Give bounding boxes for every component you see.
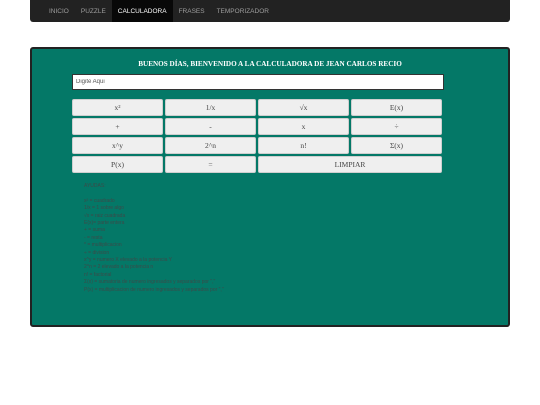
help-line: + = suma xyxy=(84,227,105,234)
clear-button[interactable]: LIMPIAR xyxy=(258,156,442,173)
help-line: P(x) = multiplicacion de numero ingresad… xyxy=(84,286,224,293)
greeting-title: BUENOS DÍAS, BIENVENIDO A LA CALCULADORA… xyxy=(138,60,402,68)
help-line: 2^n = 2 elevado a la potencia n xyxy=(84,264,154,271)
subtract-key[interactable]: - xyxy=(165,118,256,135)
square-key[interactable]: x² xyxy=(72,99,163,116)
help-section: AYUDAS: x² = cuadrado 1/x = 1 sobre algo… xyxy=(84,183,224,294)
help-line: ÷ = division xyxy=(84,249,110,256)
top-navbar: INICIO PUZZLE CALCULADORA FRASES TEMPORI… xyxy=(30,0,510,22)
factorial-key[interactable]: n! xyxy=(258,137,349,154)
nav-item-temporizador[interactable]: TEMPORIZADOR xyxy=(211,0,275,22)
equals-key[interactable]: = xyxy=(165,156,256,173)
help-line: E(x)= parte entera xyxy=(84,220,125,227)
help-line: n! = factorial xyxy=(84,271,112,278)
integer-part-key[interactable]: E(x) xyxy=(351,99,442,116)
reciprocal-key[interactable]: 1/x xyxy=(165,99,256,116)
add-key[interactable]: + xyxy=(72,118,163,135)
nav-item-inicio[interactable]: INICIO xyxy=(43,0,75,22)
summation-key[interactable]: Σ(x) xyxy=(351,137,442,154)
help-line: - = resta xyxy=(84,234,103,241)
power-key[interactable]: x^y xyxy=(72,137,163,154)
calculator-input[interactable] xyxy=(72,74,444,90)
help-line: * = multiplicacion xyxy=(84,242,122,249)
product-key[interactable]: P(x) xyxy=(72,156,163,173)
nav-item-calculadora[interactable]: CALCULADORA xyxy=(111,0,173,22)
divide-key[interactable]: ÷ xyxy=(351,118,442,135)
help-line: x^y = numero X elevado a la potencia Y xyxy=(84,257,173,264)
sqrt-key[interactable]: √x xyxy=(258,99,349,116)
nav-item-frases[interactable]: FRASES xyxy=(173,0,211,22)
help-line: x² = cuadrado xyxy=(84,197,115,204)
multiply-key[interactable]: x xyxy=(258,118,349,135)
help-line: Σ(x) = sumatoria de numero ingresados y … xyxy=(84,279,216,286)
help-line: 1/x = 1 sobre algo xyxy=(84,205,124,212)
power-of-two-key[interactable]: 2^n xyxy=(165,137,256,154)
nav-item-puzzle[interactable]: PUZZLE xyxy=(75,0,112,22)
help-line: √x = raiz cuadrada xyxy=(84,212,126,219)
help-title: AYUDAS: xyxy=(84,183,106,189)
calculator-panel: BUENOS DÍAS, BIENVENIDO A LA CALCULADORA… xyxy=(30,47,510,327)
